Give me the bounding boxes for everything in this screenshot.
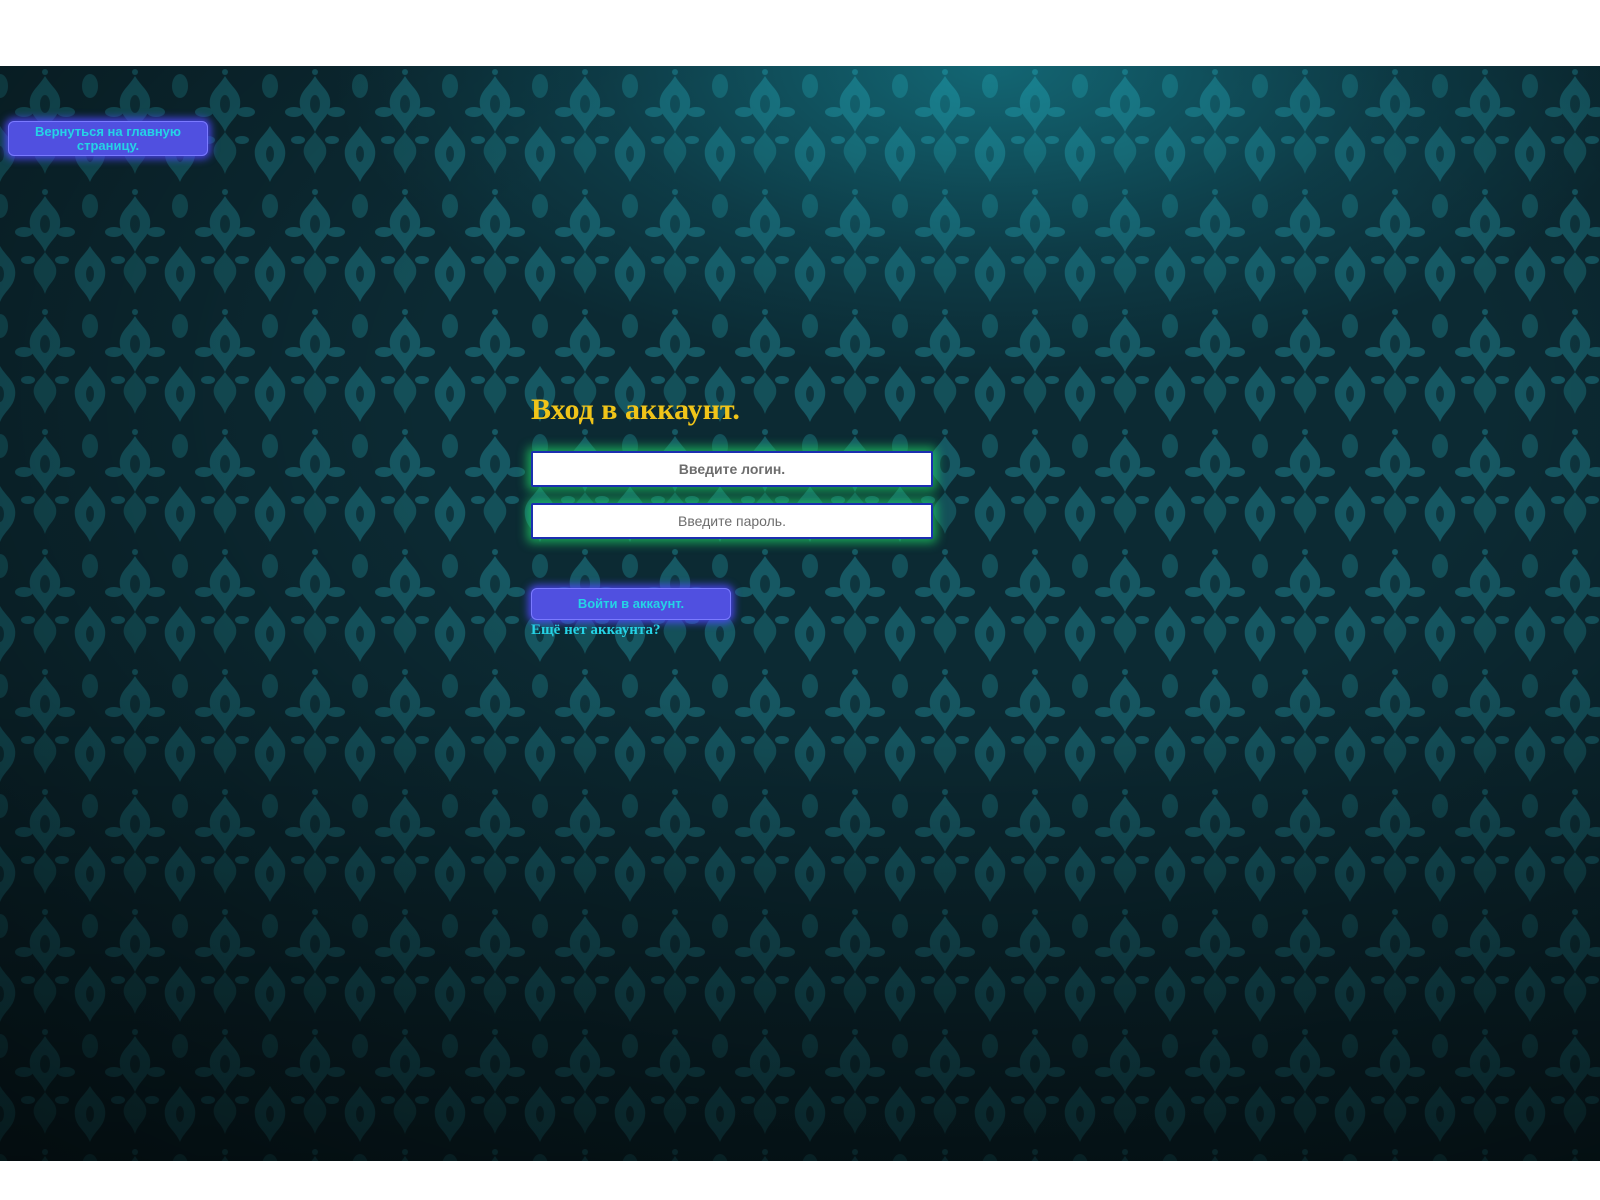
register-link[interactable]: Ещё нет аккаунта? xyxy=(531,622,661,639)
login-title: Вход в аккаунт. xyxy=(531,393,740,426)
login-input[interactable] xyxy=(531,451,933,487)
damask-pattern xyxy=(0,66,1600,1161)
password-input[interactable] xyxy=(531,503,933,539)
damask-background xyxy=(0,66,1600,1161)
login-page: Вернуться на главную страницу. Вход в ак… xyxy=(0,0,1600,1200)
login-submit-button[interactable]: Войти в аккаунт. xyxy=(531,588,731,620)
back-to-home-button[interactable]: Вернуться на главную страницу. xyxy=(8,121,208,156)
